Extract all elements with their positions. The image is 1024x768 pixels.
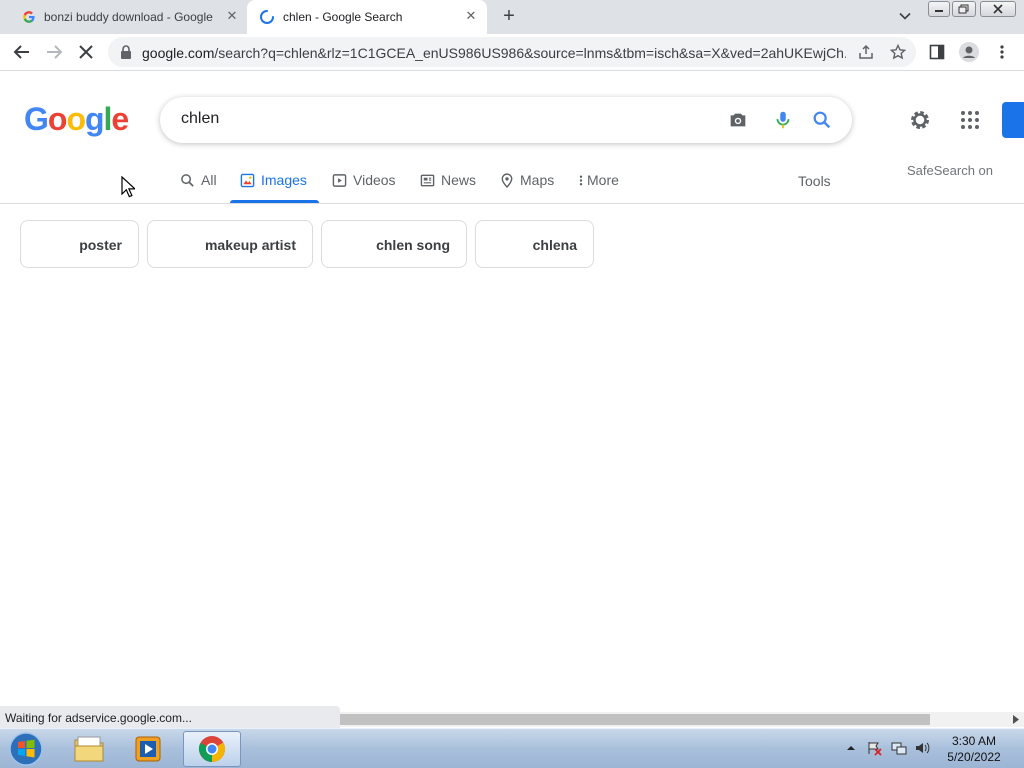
tab-label: More xyxy=(587,172,619,188)
tools-button[interactable]: Tools xyxy=(798,173,831,189)
profile-avatar-icon[interactable] xyxy=(959,42,979,62)
tab-maps[interactable]: Maps xyxy=(500,172,554,204)
clock-date: 5/20/2022 xyxy=(947,750,1001,764)
side-panel-icon[interactable] xyxy=(929,44,945,60)
star-bookmark-icon[interactable] xyxy=(890,44,906,60)
search-icon xyxy=(181,174,194,187)
clock-time: 3:30 AM xyxy=(951,734,997,748)
back-arrow-icon[interactable] xyxy=(12,42,32,62)
media-player-icon xyxy=(135,736,161,762)
camera-lens-icon[interactable] xyxy=(727,109,749,131)
address-bar[interactable]: google.com/search?q=chlen&rlz=1C1GCEA_en… xyxy=(108,37,916,67)
tab-label: Images xyxy=(261,172,307,188)
chip-label: chlen song xyxy=(376,237,450,253)
logo-letter: g xyxy=(84,101,105,137)
loading-spinner-icon xyxy=(260,10,274,24)
chip-label: chlena xyxy=(532,237,577,253)
chevron-down-icon[interactable] xyxy=(897,8,913,24)
google-logo[interactable]: Google xyxy=(24,101,129,138)
taskbar-media-player[interactable] xyxy=(120,731,178,767)
play-icon xyxy=(332,174,347,187)
logo-letter: G xyxy=(24,101,49,137)
close-icon xyxy=(993,4,1003,14)
taskbar-chrome[interactable] xyxy=(183,731,241,767)
tab-title: chlen - Google Search xyxy=(283,10,403,24)
action-center-flag-icon[interactable] xyxy=(866,740,882,756)
horizontal-scrollbar[interactable] xyxy=(340,712,1024,727)
related-chip[interactable]: chlena xyxy=(475,220,594,268)
search-box[interactable]: chlen xyxy=(160,97,852,143)
minimize-icon xyxy=(935,10,943,12)
url-path: /search?q=chlen&rlz=1C1GCEA_enUS986US986… xyxy=(214,45,846,61)
chip-label: makeup artist xyxy=(204,237,296,253)
network-icon[interactable] xyxy=(891,740,907,756)
microphone-icon[interactable] xyxy=(772,109,794,131)
sign-in-button[interactable] xyxy=(1002,102,1024,138)
logo-letter: o xyxy=(66,101,86,137)
image-icon xyxy=(240,173,255,188)
google-g-icon xyxy=(23,11,35,23)
apps-grid-icon[interactable] xyxy=(958,108,982,132)
chip-label: poster xyxy=(79,237,122,253)
tab-label: Maps xyxy=(520,172,555,188)
taskbar-explorer[interactable] xyxy=(61,731,119,767)
volume-icon[interactable] xyxy=(914,740,930,756)
minimize-button[interactable] xyxy=(928,1,950,17)
restore-button[interactable] xyxy=(952,1,976,17)
tabs-divider xyxy=(0,203,1024,204)
gear-icon[interactable] xyxy=(908,108,932,132)
related-chip[interactable]: poster xyxy=(20,220,139,268)
tab-close-icon[interactable]: ✕ xyxy=(463,8,479,24)
share-icon[interactable] xyxy=(858,44,874,60)
browser-tab-bonzi[interactable]: bonzi buddy download - Google ✕ xyxy=(8,0,246,34)
search-icon[interactable] xyxy=(811,109,833,131)
logo-letter: o xyxy=(47,101,68,137)
tab-title: bonzi buddy download - Google xyxy=(44,10,213,24)
scroll-right-icon[interactable] xyxy=(1012,715,1020,724)
url-text[interactable]: google.com/search?q=chlen&rlz=1C1GCEA_en… xyxy=(142,45,846,61)
tab-label: News xyxy=(441,172,477,188)
tab-news[interactable]: News xyxy=(420,172,476,204)
stop-loading-icon[interactable] xyxy=(76,42,96,62)
forward-arrow-icon[interactable] xyxy=(44,42,64,62)
tab-videos[interactable]: Videos xyxy=(332,172,396,204)
more-vert-icon xyxy=(579,175,583,186)
tab-label: Videos xyxy=(353,172,396,188)
status-bubble: Waiting for adservice.google.com... xyxy=(0,706,340,728)
chrome-icon xyxy=(199,736,226,763)
scrollbar-thumb[interactable] xyxy=(340,714,930,725)
tab-all[interactable]: All xyxy=(180,172,217,204)
new-tab-button[interactable]: + xyxy=(499,6,519,26)
tab-close-icon[interactable]: ✕ xyxy=(224,8,240,24)
url-host: google.com xyxy=(142,45,215,61)
show-hidden-icons-icon[interactable] xyxy=(843,740,859,756)
lock-icon xyxy=(121,45,131,59)
related-chip[interactable]: makeup artist xyxy=(147,220,313,268)
folder-icon xyxy=(74,736,104,762)
tab-more[interactable]: More xyxy=(578,172,619,204)
kebab-menu-icon[interactable] xyxy=(994,44,1010,60)
browser-toolbar: google.com/search?q=chlen&rlz=1C1GCEA_en… xyxy=(0,34,1024,71)
news-icon xyxy=(420,174,435,187)
search-input[interactable]: chlen xyxy=(181,110,219,128)
related-chip[interactable]: chlen song xyxy=(321,220,467,268)
close-window-button[interactable] xyxy=(980,1,1016,17)
safesearch-label[interactable]: SafeSearch on xyxy=(907,163,993,178)
mouse-cursor-icon xyxy=(121,176,135,198)
tab-label: All xyxy=(201,172,217,188)
status-text: Waiting for adservice.google.com... xyxy=(5,711,192,725)
windows-start-icon[interactable] xyxy=(6,731,46,767)
taskbar-clock[interactable]: 3:30 AM 5/20/2022 xyxy=(944,733,1004,765)
restore-icon xyxy=(958,4,969,14)
tab-strip: bonzi buddy download - Google ✕ chlen - … xyxy=(0,0,1024,34)
browser-tab-chlen[interactable]: chlen - Google Search ✕ xyxy=(247,0,487,34)
map-pin-icon xyxy=(501,173,513,188)
logo-letter: e xyxy=(111,101,129,137)
